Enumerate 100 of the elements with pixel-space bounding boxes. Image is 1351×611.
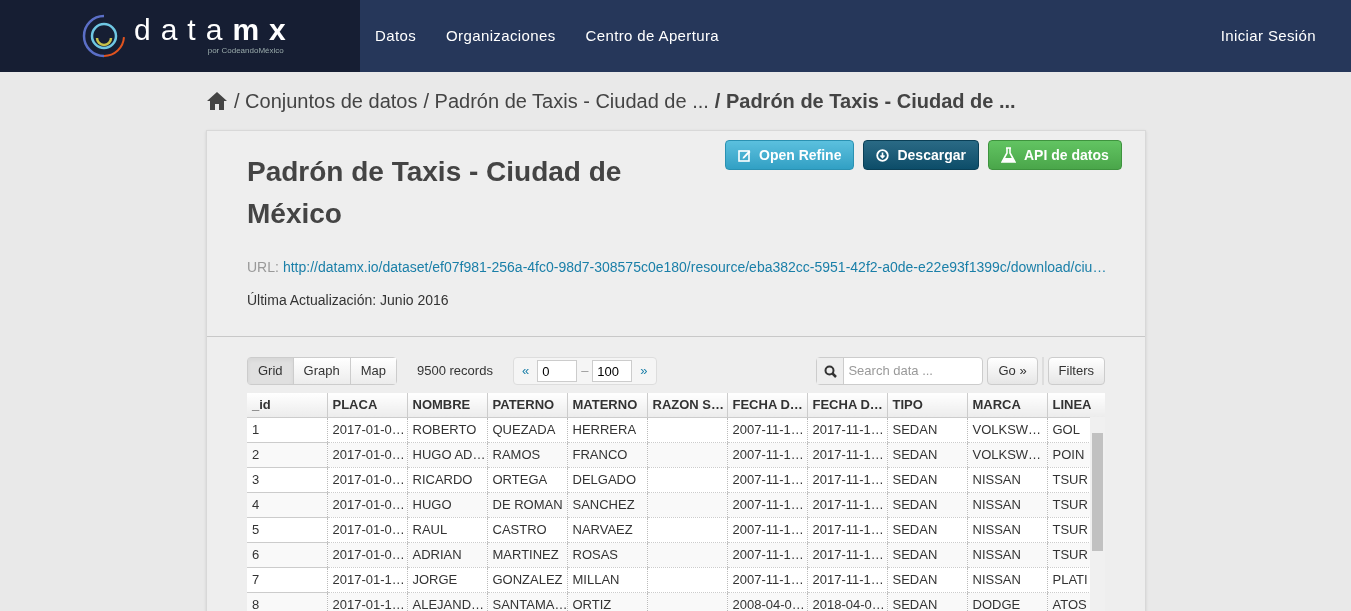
table-cell: QUEZADA bbox=[492, 421, 556, 437]
table-cell: SEDAN bbox=[892, 521, 938, 537]
table-cell: ALEJAND… bbox=[412, 596, 485, 611]
table-cell: HERRERA bbox=[572, 421, 637, 437]
table-cell: 2017-01-0… bbox=[332, 446, 405, 462]
table-cell: 2007-11-1… bbox=[732, 421, 804, 437]
column-header[interactable]: TIPO bbox=[887, 393, 967, 417]
nav-link[interactable]: Centro de Apertura bbox=[585, 24, 720, 48]
byline: por CodeandoMéxico bbox=[207, 45, 285, 57]
table-cell: HUGO bbox=[412, 496, 452, 512]
search-input[interactable]: Search data ... bbox=[844, 358, 983, 384]
column-header[interactable]: PLACA bbox=[327, 393, 407, 417]
table-cell: MILLAN bbox=[572, 571, 620, 587]
previous-page-link[interactable]: « bbox=[513, 361, 538, 381]
table-cell: ROSAS bbox=[572, 546, 618, 562]
table-cell: SANTAMA… bbox=[492, 596, 567, 611]
table-cell: NISSAN bbox=[972, 571, 1021, 587]
column-header[interactable]: PATERNO bbox=[487, 393, 567, 417]
table-cell: 2017-01-1… bbox=[332, 596, 405, 611]
table-cell: ATOS bbox=[1052, 596, 1087, 611]
table-cell: DE ROMAN bbox=[492, 496, 563, 512]
scrollbar[interactable] bbox=[1090, 417, 1105, 611]
filters-button[interactable]: Filters bbox=[1047, 357, 1105, 385]
table-cell: 2017-11-1… bbox=[812, 496, 884, 512]
table-cell: TSUR bbox=[1052, 496, 1088, 512]
column-header[interactable]: RAZON S… bbox=[647, 393, 727, 417]
table-cell: FRANCO bbox=[572, 446, 628, 462]
column-header[interactable]: NOMBRE bbox=[407, 393, 487, 417]
table-cell: 2007-11-1… bbox=[732, 521, 804, 537]
table-cell: 7 bbox=[252, 571, 260, 587]
table-cell: TSUR bbox=[1052, 521, 1088, 537]
url-link[interactable]: http://datamx.io/dataset/ef07f981-256a-4fc0-98d7-308575c0e180/resource/eba382cc-5951-42f2-a0de-e22e93f1399c/download/ciu… bbox=[282, 257, 1107, 278]
from-field[interactable]: 0 bbox=[537, 360, 578, 382]
table-cell: DELGADO bbox=[572, 471, 637, 487]
table-cell: RICARDO bbox=[412, 471, 473, 487]
table-cell: 2017-01-0… bbox=[332, 496, 405, 512]
login-link[interactable]: Iniciar Sesión bbox=[1220, 24, 1316, 48]
table-cell: POIN bbox=[1052, 446, 1085, 462]
url-label: URL: bbox=[247, 258, 279, 277]
table-cell: 2017-11-1… bbox=[812, 471, 884, 487]
table-cell: JORGE bbox=[412, 571, 458, 587]
table-cell: CASTRO bbox=[492, 521, 547, 537]
table-cell: 2007-11-1… bbox=[732, 471, 804, 487]
go-button[interactable]: Go » bbox=[987, 357, 1038, 385]
to-field[interactable]: 100 bbox=[592, 360, 633, 382]
table-cell: ORTEGA bbox=[492, 471, 548, 487]
table-cell: VOLKSW… bbox=[972, 446, 1042, 462]
table-cell: 8 bbox=[252, 596, 260, 611]
logo-text: data mx bbox=[134, 15, 296, 45]
table-cell: 2017-01-0… bbox=[332, 521, 405, 537]
column-header[interactable]: MARCA bbox=[967, 393, 1047, 417]
download-button[interactable]: Descargar bbox=[863, 140, 979, 170]
nav-link[interactable]: Datos bbox=[375, 24, 417, 48]
table-cell: 2017-11-1… bbox=[812, 546, 884, 562]
column-header[interactable]: MATERNO bbox=[567, 393, 647, 417]
breadcrumb-link[interactable]: / Padrón de Taxis - Ciudad de ... bbox=[423, 86, 709, 116]
table-cell: ADRIAN bbox=[412, 546, 462, 562]
edit-icon bbox=[738, 148, 751, 162]
search-field[interactable]: Search data ... bbox=[816, 357, 984, 385]
scrollbar-thumb[interactable] bbox=[1092, 433, 1103, 551]
view-tab[interactable]: Graph bbox=[292, 358, 350, 384]
home-icon[interactable] bbox=[206, 91, 228, 111]
table-cell: PLATI bbox=[1052, 571, 1088, 587]
table-cell: NARVAEZ bbox=[572, 521, 633, 537]
table-cell: 4 bbox=[252, 496, 260, 512]
column-header[interactable]: _id bbox=[247, 393, 327, 417]
table-cell: 2 bbox=[252, 446, 260, 462]
breadcrumb-link[interactable]: / Conjuntos de datos bbox=[234, 86, 418, 116]
resource-title: Padrón de Taxis - Ciudad de México bbox=[247, 155, 623, 231]
rings-icon bbox=[82, 14, 126, 58]
table-cell: 2017-01-0… bbox=[332, 471, 405, 487]
column-header[interactable]: FECHA D… bbox=[727, 393, 807, 417]
table-cell: 6 bbox=[252, 546, 260, 562]
table-cell: SEDAN bbox=[892, 571, 938, 587]
view-tab[interactable]: Map bbox=[349, 358, 396, 384]
table-cell: 2007-11-1… bbox=[732, 546, 804, 562]
column-header[interactable]: LINEA bbox=[1047, 393, 1105, 417]
flask-icon bbox=[1000, 147, 1016, 163]
download-icon bbox=[876, 148, 890, 162]
breadcrumb-link[interactable]: / Padrón de Taxis - Ciudad de ... bbox=[714, 86, 1016, 116]
table-cell: GONZALEZ bbox=[492, 571, 563, 587]
table-cell: 2007-11-1… bbox=[732, 571, 804, 587]
table-cell: SANCHEZ bbox=[572, 496, 635, 512]
table-cell: 2017-01-1… bbox=[332, 571, 405, 587]
nav-link[interactable]: Organizaciones bbox=[446, 24, 556, 48]
table-cell: 2018-04-0… bbox=[812, 596, 885, 611]
table-cell: SEDAN bbox=[892, 596, 938, 611]
next-page-link[interactable]: » bbox=[632, 361, 656, 381]
table-cell: NISSAN bbox=[972, 496, 1021, 512]
table-cell: 5 bbox=[252, 521, 260, 537]
search-icon bbox=[823, 364, 837, 378]
table-cell: 2007-11-1… bbox=[732, 496, 804, 512]
table-cell: SEDAN bbox=[892, 421, 938, 437]
logo[interactable]: data mx por CodeandoMéxico bbox=[0, 0, 360, 72]
view-tab[interactable]: Grid bbox=[248, 358, 293, 384]
table-cell: 3 bbox=[252, 471, 260, 487]
table-cell: RAUL bbox=[412, 521, 448, 537]
table-cell: NISSAN bbox=[972, 471, 1021, 487]
column-header[interactable]: FECHA D… bbox=[807, 393, 887, 417]
table-cell: 2017-01-0… bbox=[332, 546, 405, 562]
